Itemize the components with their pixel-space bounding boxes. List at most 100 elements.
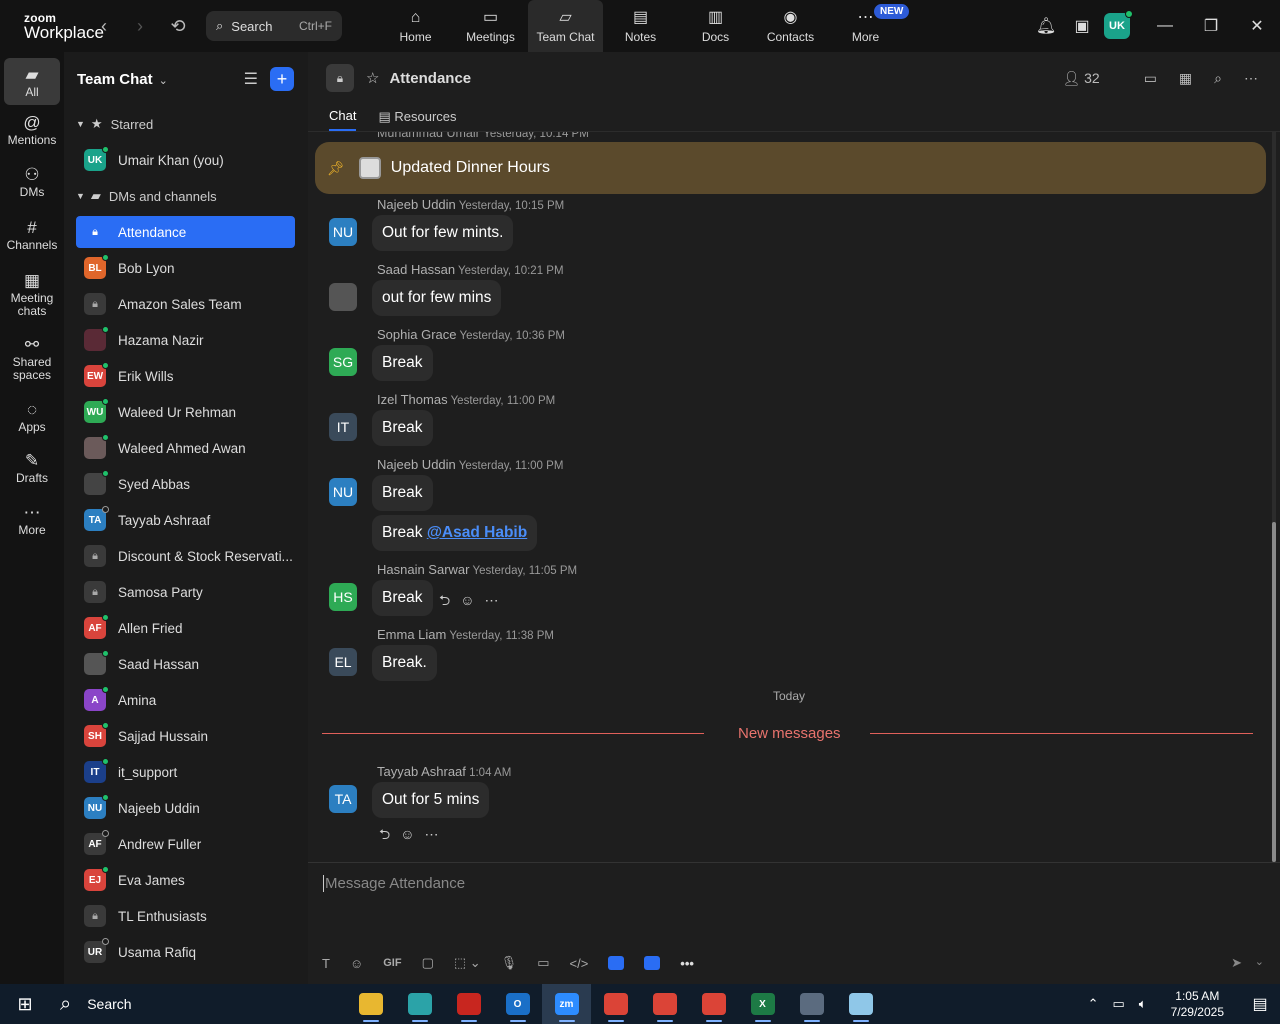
windows-start-icon[interactable]: ⊞ xyxy=(0,994,50,1015)
sidebar-item[interactable]: SH Sajjad Hussain xyxy=(64,718,308,754)
rail-all[interactable]: ▰ All xyxy=(4,58,60,105)
reply-icon[interactable]: ⮌ xyxy=(379,826,390,842)
message-bubble[interactable]: out for few mins xyxy=(372,280,502,316)
sidebar-item[interactable]: TA Tayyab Ashraaf xyxy=(64,502,308,538)
sidebar-item[interactable]: Saad Hassan xyxy=(64,646,308,682)
sidebar-item[interactable]: IT it_support xyxy=(64,754,308,790)
send-icon[interactable]: ➤ xyxy=(1231,955,1242,971)
zoom-icon[interactable]: zm xyxy=(542,984,591,1024)
message-bubble[interactable]: Break xyxy=(372,410,433,446)
search-box[interactable]: ⌕ Search Ctrl+F xyxy=(206,11,342,41)
nav-home[interactable]: ⌂ Home xyxy=(378,0,453,52)
format-text-icon[interactable]: T xyxy=(322,956,330,971)
code-icon[interactable]: </> xyxy=(569,956,588,971)
message-bubble[interactable]: Break xyxy=(372,475,433,511)
chevron-down-icon[interactable]: ⌄ xyxy=(1255,955,1264,968)
more-options-icon[interactable]: ⋯ xyxy=(1244,70,1258,87)
sidebar-item-channel[interactable]: 🔒︎ Discount & Stock Reservati... xyxy=(64,538,308,574)
nav-team-chat[interactable]: ▱ Team Chat xyxy=(528,0,603,52)
more-options-icon[interactable]: ••• xyxy=(680,956,694,971)
restore-icon[interactable]: ❐ xyxy=(1188,16,1234,36)
screenshot-icon[interactable]: ⬚ ⌄ xyxy=(454,955,481,971)
calendar-icon[interactable]: ▦ xyxy=(1179,70,1192,87)
rail-shared-spaces[interactable]: ⚯ Shared spaces xyxy=(0,334,64,382)
filter-icon[interactable]: ☰ xyxy=(244,69,258,89)
chrome-icon-3[interactable] xyxy=(689,984,738,1024)
rail-channels[interactable]: # Channels xyxy=(0,217,64,252)
rail-more[interactable]: ⋯ More xyxy=(0,502,64,537)
excel-icon[interactable]: X xyxy=(738,984,787,1024)
sidebar-item[interactable]: EW Erik Wills xyxy=(64,358,308,394)
sidebar-item-channel[interactable]: 🔒︎ Attendance xyxy=(76,216,295,248)
nav-notes[interactable]: ▤ Notes xyxy=(603,0,678,52)
volume-icon[interactable]: 🔈︎ xyxy=(1139,996,1147,1012)
members-count[interactable]: 👤︎ 32 xyxy=(1062,70,1121,87)
emoji-icon[interactable]: ☺ xyxy=(350,956,363,971)
sidebar-item[interactable]: Hazama Nazir xyxy=(64,322,308,358)
rail-meeting-chats[interactable]: ▦ Meeting chats xyxy=(0,270,64,318)
section-dms-channels[interactable]: ▼ ▰ DMs and channels xyxy=(64,178,308,214)
message-bubble[interactable]: Break xyxy=(372,580,433,616)
nav-meetings[interactable]: ▭ Meetings xyxy=(453,0,528,52)
whiteboard-icon[interactable]: ▣ xyxy=(1064,16,1100,36)
rail-drafts[interactable]: ✎ Drafts xyxy=(0,450,64,485)
more-options-icon[interactable]: ⋯ xyxy=(485,592,499,608)
filezilla-icon[interactable] xyxy=(444,984,493,1024)
scrollbar-thumb[interactable] xyxy=(1272,522,1276,862)
user-avatar[interactable]: UK xyxy=(1104,10,1133,39)
sidebar-item-channel[interactable]: 🔒︎ Amazon Sales Team xyxy=(64,286,308,322)
message-bubble[interactable]: Break xyxy=(372,345,433,381)
nav-contacts[interactable]: ◉ Contacts xyxy=(753,0,828,52)
message-bubble[interactable]: Out for 5 mins xyxy=(372,782,490,818)
reply-icon[interactable]: ⮌ xyxy=(439,592,450,608)
sidebar-item[interactable]: Syed Abbas xyxy=(64,466,308,502)
app-icon-2[interactable] xyxy=(644,956,661,970)
minimize-icon[interactable]: — xyxy=(1142,17,1188,35)
sidebar-item[interactable]: AF Andrew Fuller xyxy=(64,826,308,862)
chrome-icon[interactable] xyxy=(591,984,640,1024)
clock[interactable]: 1:05 AM 7/29/2025 xyxy=(1171,988,1224,1020)
app-icon[interactable] xyxy=(608,956,625,970)
bell-icon[interactable]: 🔔︎ xyxy=(1028,16,1064,36)
sidebar-item-channel[interactable]: 🔒︎ TL Enthusiasts xyxy=(64,898,308,934)
star-outline-icon[interactable]: ☆ xyxy=(366,69,379,87)
new-chat-button[interactable]: + xyxy=(270,67,294,91)
message-bubble[interactable]: Break @Asad Habib xyxy=(372,515,538,551)
more-options-icon[interactable]: ⋯ xyxy=(425,826,439,842)
gif-icon[interactable]: GIF xyxy=(383,957,401,969)
app-icon[interactable] xyxy=(395,984,444,1024)
emoji-react-icon[interactable]: ☺ xyxy=(400,826,414,842)
sidebar-item[interactable]: WU Waleed Ur Rehman xyxy=(64,394,308,430)
sidebar-title[interactable]: Team Chat ⌄ xyxy=(77,71,168,88)
message-bubble[interactable]: Out for few mints. xyxy=(372,215,514,251)
sidebar-item[interactable]: UR Usama Rafiq xyxy=(64,934,308,970)
mention-link[interactable]: @Asad Habib xyxy=(427,524,527,541)
tab-chat[interactable]: Chat xyxy=(329,108,357,131)
forward-arrow-icon[interactable]: › xyxy=(122,16,158,37)
tray-chevron-icon[interactable]: ⌃ xyxy=(1088,996,1099,1012)
notepad-icon[interactable] xyxy=(836,984,885,1024)
history-icon[interactable]: ⟲ xyxy=(158,16,198,37)
calculator-icon[interactable] xyxy=(787,984,836,1024)
close-icon[interactable]: ✕ xyxy=(1234,16,1280,36)
message-bubble[interactable]: Break. xyxy=(372,645,437,681)
outlook-icon[interactable]: O xyxy=(493,984,542,1024)
message-input[interactable]: Message Attendance xyxy=(323,875,465,892)
emoji-react-icon[interactable]: ☺ xyxy=(460,592,474,608)
sidebar-item[interactable]: AF Allen Fried xyxy=(64,610,308,646)
channel-title[interactable]: Attendance xyxy=(389,70,471,87)
notification-icon[interactable]: ▤ xyxy=(1240,994,1280,1014)
sidebar-item-channel[interactable]: 🔒︎ Samosa Party xyxy=(64,574,308,610)
file-explorer-icon[interactable] xyxy=(346,984,395,1024)
rail-apps[interactable]: ◌ Apps xyxy=(0,399,64,434)
sidebar-item[interactable]: UK Umair Khan (you) xyxy=(64,142,308,178)
sidebar-item[interactable]: A Amina xyxy=(64,682,308,718)
sidebar-item[interactable]: BL Bob Lyon xyxy=(64,250,308,286)
section-starred[interactable]: ▼ ★ Starred xyxy=(64,106,308,142)
nav-more[interactable]: ⋯ More NEW xyxy=(828,0,910,52)
rail-dms[interactable]: ⚇ DMs xyxy=(0,164,64,199)
taskbar-search[interactable]: ⌕ Search xyxy=(50,984,340,1024)
rail-mentions[interactable]: @ Mentions xyxy=(0,112,64,147)
video-icon[interactable]: ▭ xyxy=(1144,70,1157,87)
microphone-icon[interactable]: 🎙︎ xyxy=(501,955,518,971)
